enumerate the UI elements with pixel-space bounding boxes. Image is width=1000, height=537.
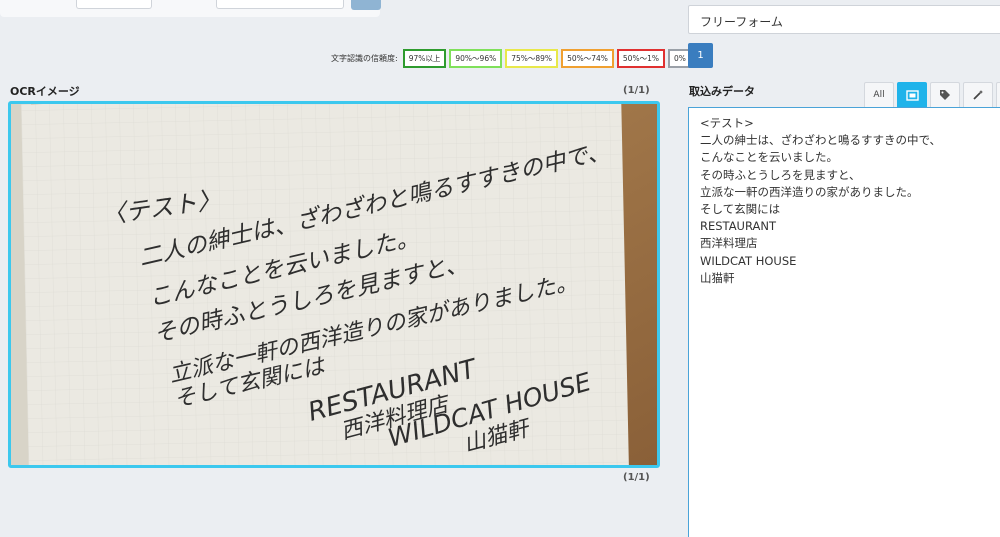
extracted-text-area[interactable]: <テスト> 二人の紳士は、ざわざわと鳴るすすきの中で、 こんなことを云いました。…	[688, 107, 1000, 537]
legend-chip-97: 97%以上	[402, 48, 447, 68]
legend-chip-50: 50%〜74%	[561, 48, 614, 68]
confidence-legend: 文字認識の信頼度: 97%以上 90%〜96% 75%〜89% 50%〜74% …	[331, 48, 692, 68]
handwritten-note-photo: 〈テスト〉 二人の紳士は、ざわざわと鳴るすすきの中で、 こんなことを云いました。…	[11, 104, 657, 465]
extracted-line: その時ふとうしろを見ますと、	[700, 167, 861, 182]
tab-copy[interactable]	[996, 82, 1000, 107]
extracted-data-title: 取込みデータ	[689, 85, 755, 98]
tab-region[interactable]	[897, 82, 927, 107]
extracted-line: 二人の紳士は、ざわざわと鳴るすすきの中で、	[700, 133, 942, 148]
extracted-line: そして玄関には	[700, 202, 781, 217]
legend-label: 文字認識の信頼度:	[331, 53, 398, 63]
legend-chip-90: 90%〜96%	[449, 48, 503, 68]
tab-magic[interactable]	[963, 82, 993, 107]
date-from-input[interactable]	[76, 0, 152, 9]
extracted-line: RESTAURANT	[700, 219, 776, 234]
ocr-image-title: OCRイメージ	[10, 85, 80, 98]
page-button-1[interactable]: 1	[688, 43, 713, 68]
extracted-line: こんなことを云いました。	[700, 150, 838, 165]
extracted-line: 西洋料理店	[700, 236, 758, 251]
ocr-page-count-bottom: (1/1)	[623, 472, 650, 483]
extracted-line: WILDCAT HOUSE	[700, 253, 797, 268]
tag-icon	[940, 90, 950, 100]
legend-chip-75: 75%〜89%	[505, 48, 559, 68]
search-button[interactable]	[351, 0, 381, 10]
form-type-select[interactable]: フリーフォーム	[688, 5, 1000, 34]
ocr-page-count-top: (1/1)	[623, 85, 650, 96]
extracted-line: 山猫軒	[700, 270, 735, 285]
ocr-image[interactable]: 〈テスト〉 二人の紳士は、ざわざわと鳴るすすきの中で、 こんなことを云いました。…	[8, 101, 660, 468]
legend-chip-1: 50%〜1%	[616, 48, 665, 68]
extracted-line: 立派な一軒の西洋造りの家がありました。	[700, 184, 919, 199]
data-view-tabs: All	[864, 82, 1000, 107]
extracted-line: <テスト>	[700, 116, 754, 130]
magic-wand-icon	[973, 90, 983, 100]
tab-tag[interactable]	[930, 82, 960, 107]
region-icon	[905, 89, 919, 101]
date-to-input[interactable]	[216, 0, 344, 9]
tab-all[interactable]: All	[864, 82, 894, 107]
